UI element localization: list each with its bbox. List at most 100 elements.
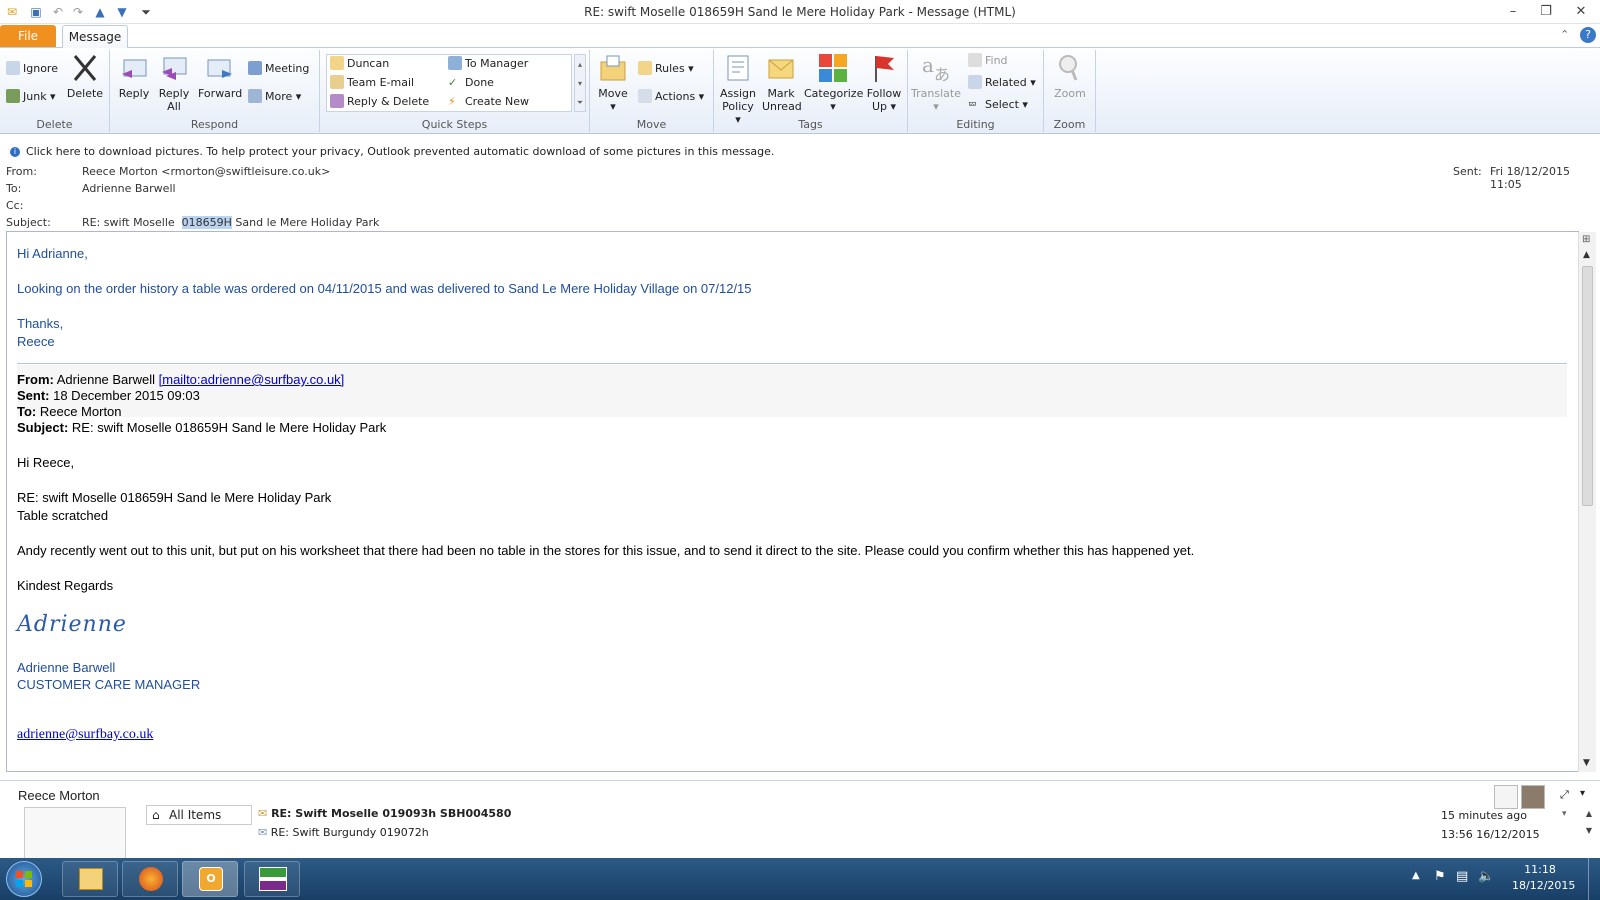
reply-icon xyxy=(122,59,147,78)
action-center-flag-icon[interactable]: ⚑ xyxy=(1434,869,1446,884)
people-item-2[interactable]: ✉ RE: Swift Burgundy 019072h xyxy=(258,826,429,839)
ignore-label: Ignore xyxy=(23,62,58,75)
taskbar-clock[interactable]: 11:18 18/12/2015 xyxy=(1512,862,1575,894)
scroll-up-arrow[interactable]: ▲ xyxy=(1583,250,1590,260)
quickstep-to-manager[interactable]: To Manager xyxy=(448,55,528,73)
from-value[interactable]: Reece Morton <rmorton@swiftleisure.co.uk… xyxy=(82,165,330,178)
junk-button[interactable]: Junk ▾ xyxy=(6,88,56,106)
to-label: To: xyxy=(6,182,22,195)
tab-file[interactable]: File xyxy=(0,25,56,47)
related-button[interactable]: Related ▾ xyxy=(968,74,1036,92)
translate-button[interactable]: aあ Translate ▾ xyxy=(910,52,962,113)
more-label: More xyxy=(265,90,293,103)
body-scrollbar[interactable]: ⊞ ▲ ▼ xyxy=(1578,232,1596,772)
quoted-to: To: Reece Morton xyxy=(17,404,122,419)
item-1-dropdown-icon[interactable]: ▾ xyxy=(1562,809,1567,819)
sent-label: Sent: xyxy=(1453,165,1482,178)
download-pictures-infobar[interactable]: i Click here to download pictures. To he… xyxy=(0,142,1600,162)
message-body[interactable]: Hi Adrianne, Looking on the order histor… xyxy=(6,231,1579,772)
contact-photo-thumbnail[interactable] xyxy=(1521,785,1545,809)
undo-icon[interactable]: ↶ xyxy=(50,4,66,20)
quoted-mailto-link[interactable]: [mailto:adrienne@surfbay.co.uk] xyxy=(159,372,345,387)
subject-label: Subject: xyxy=(6,216,51,229)
scroll-thumb[interactable] xyxy=(1582,266,1593,506)
body-greeting: Hi Adrianne, xyxy=(17,246,88,261)
subject-post: Sand le Mere Holiday Park xyxy=(231,216,380,229)
quoted-re-line: RE: swift Moselle 018659H Sand le Mere H… xyxy=(17,490,332,505)
scroll-down-arrow[interactable]: ▼ xyxy=(1583,758,1590,768)
expand-pane-icon[interactable]: ⤢ xyxy=(1560,788,1569,802)
select-button[interactable]: ⮹ Select ▾ xyxy=(968,96,1028,114)
find-button[interactable]: Find xyxy=(968,52,1008,70)
quickstep-reply-delete[interactable]: Reply & Delete xyxy=(330,93,429,111)
all-items-tab[interactable]: ⌂ All Items xyxy=(146,805,252,825)
forward-label: Forward xyxy=(198,87,243,100)
group-delete: Ignore Junk ▾ Delete Delete xyxy=(0,50,110,132)
help-icon[interactable]: ? xyxy=(1580,27,1596,43)
svg-text:あ: あ xyxy=(934,65,950,84)
zoom-button[interactable]: Zoom xyxy=(1050,52,1090,100)
message-header: From: Reece Morton <rmorton@swiftleisure… xyxy=(0,162,1600,230)
translate-icon: aあ xyxy=(922,53,950,84)
start-button[interactable] xyxy=(6,861,42,897)
restore-button[interactable]: ❐ xyxy=(1531,2,1561,22)
tab-message[interactable]: Message xyxy=(62,25,128,49)
save-icon[interactable]: ▣ xyxy=(28,4,44,20)
more-button[interactable]: More ▾ xyxy=(248,88,301,106)
taskbar-firefox[interactable] xyxy=(122,861,178,897)
meeting-button[interactable]: Meeting xyxy=(248,60,309,78)
people-item-1[interactable]: ✉ RE: Swift Moselle 019093h SBH004580 xyxy=(258,807,511,820)
customize-qat-icon[interactable]: ⏷ xyxy=(138,4,154,20)
minimize-ribbon-icon[interactable]: ⌃ xyxy=(1560,28,1569,41)
signature-email-link[interactable]: adrienne@surfbay.co.uk xyxy=(17,727,153,743)
network-icon[interactable]: ▤ xyxy=(1456,869,1468,884)
ribbon: Ignore Junk ▾ Delete Delete Reply Reply A… xyxy=(0,48,1600,134)
forward-button[interactable]: Forward xyxy=(198,52,242,100)
scroll-settings-icon[interactable]: ⊞ xyxy=(1582,234,1590,245)
collapse-pane-icon[interactable]: ▾ xyxy=(1580,788,1585,799)
assign-label-2: Policy xyxy=(722,100,754,113)
next-item-icon[interactable]: ▼ xyxy=(114,4,130,20)
previous-item-icon[interactable]: ▲ xyxy=(92,4,108,20)
folder-icon xyxy=(79,868,103,890)
quoted-sent-value: 18 December 2015 09:03 xyxy=(49,388,200,403)
taskbar-outlook[interactable]: O xyxy=(182,861,238,897)
contact-placeholder-icon[interactable] xyxy=(1494,785,1518,809)
redo-icon[interactable]: ↷ xyxy=(70,4,86,20)
done-label: Done xyxy=(465,76,494,89)
to-value[interactable]: Adrienne Barwell xyxy=(82,182,176,195)
quick-steps-scroll[interactable]: ▴ ▾ ⏷ xyxy=(574,54,586,112)
mark-unread-button[interactable]: Mark Unread xyxy=(762,52,802,113)
quoted-sent: Sent: 18 December 2015 09:03 xyxy=(17,388,200,403)
move-button[interactable]: Move ▾ xyxy=(594,52,632,113)
show-desktop-button[interactable] xyxy=(1588,858,1600,900)
categorize-button[interactable]: Categorize ▾ xyxy=(804,52,863,113)
volume-icon[interactable]: 🔈 xyxy=(1478,869,1494,884)
close-button[interactable]: ✕ xyxy=(1566,2,1596,22)
reply-button[interactable]: Reply xyxy=(116,52,152,100)
minimize-button[interactable]: – xyxy=(1498,2,1528,22)
quickstep-create-new[interactable]: ⚡ Create New xyxy=(448,93,529,111)
quickstep-duncan[interactable]: Duncan xyxy=(330,55,389,73)
taskbar-sage[interactable] xyxy=(244,861,300,897)
categorize-icon xyxy=(819,54,847,82)
zoom-magnifier-icon xyxy=(1059,55,1078,81)
follow-up-button[interactable]: Follow Up ▾ xyxy=(864,52,904,113)
delete-button[interactable]: Delete xyxy=(66,52,104,100)
quickstep-team-email[interactable]: Team E-mail xyxy=(330,74,414,92)
ignore-button[interactable]: Ignore xyxy=(6,60,58,78)
taskbar-explorer[interactable] xyxy=(62,861,118,897)
signature-name: Adrienne Barwell xyxy=(17,660,116,675)
group-quick-steps: Duncan Team E-mail Reply & Delete To Man… xyxy=(320,50,590,132)
actions-button[interactable]: Actions ▾ xyxy=(638,88,704,106)
team-email-label: Team E-mail xyxy=(347,76,415,89)
assign-label-1: Assign xyxy=(720,87,756,100)
people-pane: Reece Morton ⤢ ▾ ⌂ All Items ✉ RE: Swift … xyxy=(0,780,1600,859)
rules-button[interactable]: Rules ▾ xyxy=(638,60,694,78)
assign-policy-button[interactable]: Assign Policy ▾ xyxy=(718,52,758,126)
sent-value: Fri 18/12/2015 11:05 xyxy=(1490,165,1571,191)
people-pane-scroll[interactable]: ▲ ▼ xyxy=(1582,805,1596,839)
show-hidden-icons[interactable]: ▲ xyxy=(1412,870,1420,881)
quickstep-done[interactable]: ✓ Done xyxy=(448,74,494,92)
reply-all-button[interactable]: Reply All xyxy=(156,52,192,113)
